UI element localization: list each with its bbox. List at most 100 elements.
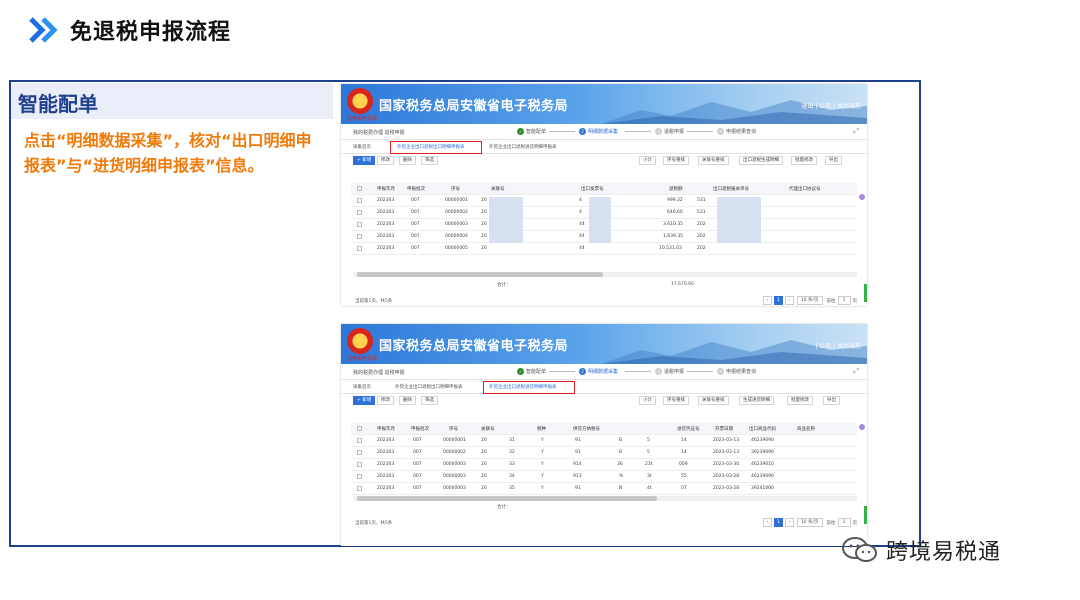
highlight-box	[390, 141, 482, 154]
cell: 44	[579, 222, 585, 227]
step-result-query[interactable]: 4 申报结果查询	[717, 368, 756, 375]
filter-button[interactable]: 筛选	[421, 156, 438, 165]
add-button[interactable]: + 新增	[353, 396, 376, 405]
row-checkbox[interactable]	[357, 210, 362, 215]
scrollbar-thumb[interactable]	[357, 272, 603, 277]
cell: B	[619, 450, 623, 455]
delete-button[interactable]: 删除	[399, 156, 416, 165]
row-checkbox[interactable]	[357, 450, 362, 455]
page-number[interactable]: 1	[773, 518, 783, 527]
tab-purchase-details[interactable]: 外贸企业出口退税进货明细申报表	[489, 144, 557, 150]
select-all-checkbox[interactable]	[357, 426, 362, 431]
reorder-button[interactable]: 序号重排	[663, 156, 689, 165]
prev-page-icon[interactable]: ‹	[762, 518, 772, 527]
screenshot-purchase-details: 国家税务总局 国家税务总局安徽省电子税务局 | 公司 | 关闭当前 我的税费办理…	[341, 324, 867, 546]
subtotal-button[interactable]: 小计	[639, 396, 656, 405]
expand-icon[interactable]: ⤢	[853, 367, 859, 376]
generate-button[interactable]: 出口退税生成明细	[739, 156, 783, 165]
row-checkbox[interactable]	[357, 462, 362, 467]
page-number[interactable]: 1	[773, 296, 783, 305]
cell: 202	[697, 246, 706, 251]
step-number-icon: 2	[579, 128, 586, 135]
batch-edit-button[interactable]: 批量修改	[791, 156, 817, 165]
delete-button[interactable]: 删除	[399, 396, 416, 405]
page-size-select[interactable]: 10 条/页	[796, 296, 823, 305]
table-row[interactable]: 202303 007 00000003 20 34 Y 913 % 3t 55 …	[351, 471, 857, 483]
cell: 20	[481, 198, 487, 203]
row-checkbox[interactable]	[357, 474, 362, 479]
assistant-icon[interactable]	[859, 424, 865, 430]
column-header: 供货方纳税号	[573, 427, 600, 432]
table-row[interactable]: 202303 007 00000005 20 44 10,531.03 202	[351, 243, 857, 255]
row-checkbox[interactable]	[357, 438, 362, 443]
step-result-query[interactable]: 4 申报结果查询	[717, 128, 756, 135]
cell: 39239090	[751, 450, 774, 455]
table-row[interactable]: 202303 007 00000003 20 33 Y 914 36 23t 0…	[351, 459, 857, 471]
subtotal-button[interactable]: 小计	[639, 156, 656, 165]
horizontal-scrollbar[interactable]	[353, 272, 857, 277]
emblem-caption: 国家税务总局	[347, 356, 378, 362]
page-size-select[interactable]: 10 条/页	[796, 518, 823, 527]
highlight-box	[483, 381, 575, 394]
reorder-button[interactable]: 序号重排	[663, 396, 689, 405]
banner-links[interactable]: 退出 | 公司 | 关闭当前	[801, 101, 861, 110]
next-page-icon[interactable]: ›	[784, 518, 794, 527]
side-tab[interactable]	[864, 284, 867, 302]
prev-page-icon[interactable]: ‹	[762, 296, 772, 305]
next-page-icon[interactable]: ›	[784, 296, 794, 305]
edit-button[interactable]: 修改	[377, 156, 394, 165]
filter-button[interactable]: 筛选	[421, 396, 438, 405]
step-smart-match[interactable]: ✓ 智能配单	[517, 368, 546, 375]
reorder-link-button[interactable]: 关联号重排	[698, 156, 729, 165]
export-button[interactable]: 导出	[825, 156, 842, 165]
cell: 007	[413, 438, 422, 443]
cell: 2023-03-28	[713, 486, 740, 491]
step-smart-match[interactable]: ✓ 智能配单	[517, 128, 546, 135]
row-checkbox[interactable]	[357, 222, 362, 227]
export-button[interactable]: 导出	[823, 396, 840, 405]
breadcrumb: 我的税费办理 退税申报	[353, 370, 405, 376]
edit-button[interactable]: 修改	[377, 396, 394, 405]
column-header: 商品名称	[797, 427, 815, 432]
cell: 007	[411, 246, 420, 251]
banner-links[interactable]: | 公司 | 关闭当前	[815, 341, 861, 350]
step-number-icon: 2	[579, 368, 586, 375]
table-row[interactable]: 202303 007 00000001 20 31 Y 91 B 5 14 20…	[351, 435, 857, 447]
jump-input[interactable]: 1	[837, 296, 851, 305]
cell: 00000002	[445, 210, 468, 215]
batch-edit-button[interactable]: 批量修改	[787, 396, 813, 405]
row-checkbox[interactable]	[357, 198, 362, 203]
side-tab[interactable]	[864, 506, 867, 524]
reorder-link-button[interactable]: 关联号重排	[698, 396, 729, 405]
row-checkbox[interactable]	[357, 234, 362, 239]
cell: 2023-03-28	[713, 474, 740, 479]
tab-home[interactable]: 采集首页	[353, 384, 371, 390]
generate-button[interactable]: 生成进货明细	[739, 396, 774, 405]
step-detail-collection[interactable]: 2 明细数据采集	[579, 368, 618, 375]
row-checkbox[interactable]	[357, 246, 362, 251]
step-number-icon: 3	[655, 128, 662, 135]
section-title: 智能配单	[18, 92, 98, 116]
cell: 20	[481, 450, 487, 455]
jump-input[interactable]: 1	[837, 518, 851, 527]
cell: 007	[411, 234, 420, 239]
tab-home[interactable]: 采集首页	[353, 144, 371, 150]
assistant-icon[interactable]	[859, 194, 865, 200]
table-row[interactable]: 202303 007 00000003 20 35 Y 91 N 4t 07 2…	[351, 483, 857, 495]
scrollbar-thumb[interactable]	[357, 496, 657, 501]
table-row[interactable]: 202303 007 00000002 20 32 Y 91 B 5 14 20…	[351, 447, 857, 459]
step-refund-declare[interactable]: 3 退税申报	[655, 128, 684, 135]
cell: 00000001	[445, 198, 468, 203]
cell: 32	[509, 450, 515, 455]
cell: 20	[481, 210, 487, 215]
cell: 202303	[377, 234, 395, 239]
horizontal-scrollbar[interactable]	[353, 496, 857, 501]
step-connector	[687, 371, 713, 372]
step-detail-collection[interactable]: 2 明细数据采集	[579, 128, 618, 135]
step-refund-declare[interactable]: 3 退税申报	[655, 368, 684, 375]
expand-icon[interactable]: ⤢	[853, 127, 859, 136]
row-checkbox[interactable]	[357, 486, 362, 491]
tab-export-details[interactable]: 外贸企业出口退税出口明细申报表	[395, 384, 463, 390]
add-button[interactable]: + 新增	[353, 156, 376, 165]
select-all-checkbox[interactable]	[357, 186, 362, 191]
